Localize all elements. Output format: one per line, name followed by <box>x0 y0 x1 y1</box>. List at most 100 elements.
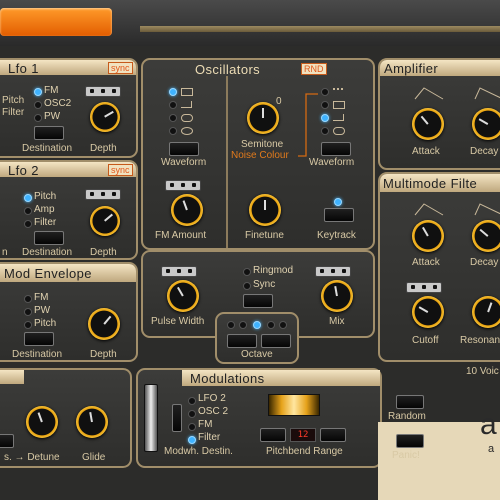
osc-rnd-button[interactable]: RND <box>301 63 327 75</box>
filter-attack-curve-icon <box>414 203 444 216</box>
amp-attack-knob[interactable] <box>412 108 444 140</box>
osc2-wave-4-led[interactable] <box>321 127 329 135</box>
ringmod-sync-button[interactable] <box>243 294 273 308</box>
osc1-wave-1-led[interactable] <box>169 88 177 96</box>
pitchbend-display: 12 <box>290 428 316 442</box>
osc1-wave-2-led[interactable] <box>169 101 177 109</box>
osc1-wave-3-led[interactable] <box>169 114 177 122</box>
octave-label: Octave <box>241 349 273 360</box>
semitone-value: 0 <box>276 96 282 107</box>
keytrack-button[interactable] <box>324 208 354 222</box>
lfo2-wave-selector[interactable] <box>85 189 121 200</box>
osc-fm-selector[interactable] <box>165 180 201 191</box>
osc1-wave-4-led[interactable] <box>169 127 177 135</box>
lfo1-depth-knob[interactable] <box>90 102 120 132</box>
filter-decay-curve-icon <box>474 203 500 216</box>
filter-decay-label: Decay <box>470 257 499 268</box>
fm-amount-knob[interactable] <box>171 194 203 226</box>
lfo2-opt-amp: Amp <box>34 204 55 215</box>
modwheel-slider[interactable] <box>144 384 158 452</box>
pitchbend-range-label: Pitchbend Range <box>266 446 343 457</box>
osc2-wave-square-icon <box>333 101 345 109</box>
filter-attack-knob[interactable] <box>412 220 444 252</box>
filter-decay-knob[interactable] <box>472 220 500 252</box>
octave-led-4 <box>267 321 275 329</box>
mods-title: Modulations <box>190 371 265 386</box>
lfo2-destination-button[interactable] <box>34 231 64 245</box>
lfo1-destination-button[interactable] <box>34 126 64 140</box>
lfo2-opt-pitch: Pitch <box>34 191 57 202</box>
pw-selector[interactable] <box>161 266 197 277</box>
modwh-destin-label: Modwh. Destin. <box>164 446 233 457</box>
mix-label: Mix <box>329 316 345 327</box>
lfo2-sync-toggle[interactable]: sync <box>108 164 133 176</box>
osc-title: Oscillators <box>195 62 261 77</box>
amp-attack-curve-icon <box>414 87 444 100</box>
lfo2-panel: Lfo 2 sync Pitch Amp Filter n Destinatio… <box>0 160 138 260</box>
lfo2-opt-pitch-led[interactable] <box>24 194 32 202</box>
pulse-width-knob[interactable] <box>167 280 199 312</box>
pitchbend-wheel[interactable] <box>268 394 320 416</box>
lfo1-title: Lfo 1 <box>8 61 39 76</box>
lfo1-opt-fm-led[interactable] <box>34 88 42 96</box>
filter-resonance-knob[interactable] <box>472 296 500 328</box>
modenv-opt-pw-led[interactable] <box>24 308 32 316</box>
filter-cutoff-knob[interactable] <box>412 296 444 328</box>
modenv-opt-fm-led[interactable] <box>24 295 32 303</box>
lfo1-destination-label: Destination <box>22 143 73 154</box>
lfo1-opt-osc2-led[interactable] <box>34 101 42 109</box>
osc1-wave-sine-icon <box>181 127 193 135</box>
sync-led[interactable] <box>243 282 251 290</box>
panic-button[interactable] <box>396 434 424 448</box>
logo-sub-letter: a <box>488 443 495 455</box>
finetune-knob[interactable] <box>249 194 281 226</box>
mods-opt-filter-led[interactable] <box>188 436 196 444</box>
pitchbend-down-button[interactable] <box>260 428 286 442</box>
lfo2-opt-amp-led[interactable] <box>24 207 32 215</box>
amp-decay-knob[interactable] <box>472 108 500 140</box>
bottom-left-button[interactable] <box>0 434 14 448</box>
lfo2-opt-filter: Filter <box>34 217 57 228</box>
amp-decay-label: Decay <box>470 146 499 157</box>
mix-knob[interactable] <box>321 280 353 312</box>
detune-knob[interactable] <box>26 406 58 438</box>
lfo1-depth-label: Depth <box>90 143 117 154</box>
random-button[interactable] <box>396 395 424 409</box>
osc2-wave-noise-icon <box>333 88 343 96</box>
osc2-wave-3-led[interactable] <box>321 114 329 122</box>
lfo1-opt-pw-led[interactable] <box>34 114 42 122</box>
octave-down-button[interactable] <box>227 334 257 348</box>
fm-amount-label: FM Amount <box>155 230 207 241</box>
osc2-waveform-button[interactable] <box>321 142 351 156</box>
mods-opt-osc2-led[interactable] <box>188 410 196 418</box>
glide-knob[interactable] <box>76 406 108 438</box>
osc1-waveform-button[interactable] <box>169 142 199 156</box>
modwheel-dest-button[interactable] <box>172 404 182 432</box>
preset-display[interactable] <box>0 8 112 36</box>
modenv-opt-pitch-led[interactable] <box>24 321 32 329</box>
modenv-depth-knob[interactable] <box>88 308 120 340</box>
top-divider <box>140 26 500 32</box>
lfo1-wave-selector[interactable] <box>85 86 121 97</box>
filter-cutoff-label: Cutoff <box>412 335 439 346</box>
lfo2-depth-knob[interactable] <box>90 206 120 236</box>
mods-opt-lfo2-led[interactable] <box>188 397 196 405</box>
filter-mode-selector[interactable] <box>406 282 442 293</box>
ringmod-led[interactable] <box>243 268 251 276</box>
octave-up-button[interactable] <box>261 334 291 348</box>
lfo2-opt-filter-led[interactable] <box>24 220 32 228</box>
octave-led-2 <box>239 321 247 329</box>
keytrack-label: Keytrack <box>317 230 356 241</box>
logo-letter: a <box>480 408 497 441</box>
pitchbend-up-button[interactable] <box>320 428 346 442</box>
semitone-knob[interactable] <box>247 102 279 134</box>
modenv-destination-button[interactable] <box>24 332 54 346</box>
osc2-wave-1-led[interactable] <box>321 88 329 96</box>
amp-title: Amplifier <box>384 61 439 76</box>
mix-selector[interactable] <box>315 266 351 277</box>
osc2-wave-2-led[interactable] <box>321 101 329 109</box>
mods-opt-fm-led[interactable] <box>188 423 196 431</box>
panic-label: Panic! <box>392 450 420 461</box>
lfo1-sync-toggle[interactable]: sync <box>108 62 133 74</box>
octave-led-3 <box>253 321 261 329</box>
